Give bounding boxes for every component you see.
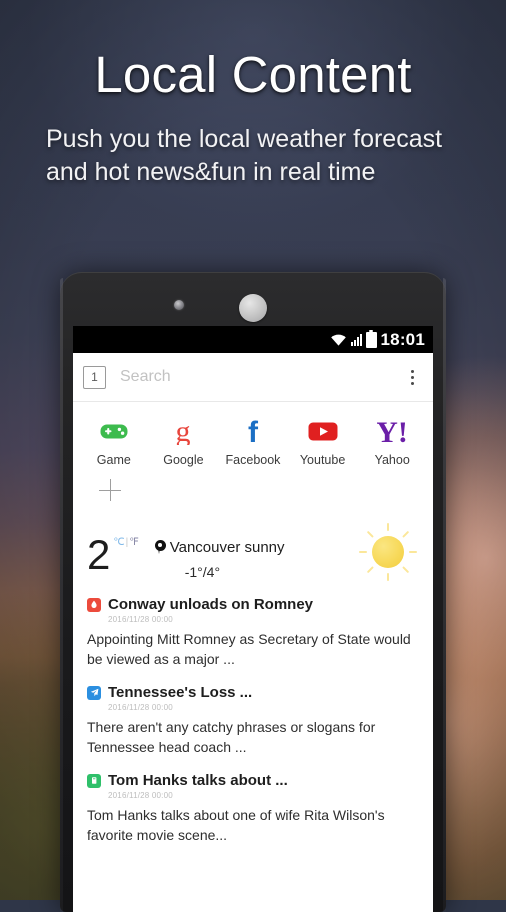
weather-temperature: 2: [87, 531, 111, 578]
news-item[interactable]: Conway unloads on Romney 2016/11/28 00:0…: [87, 596, 419, 669]
weather-card[interactable]: 2 ℃ | ℉ Vancouver sunny -1°/4°: [73, 501, 433, 583]
svg-text:f: f: [248, 417, 259, 445]
add-shortcut-row[interactable]: [73, 467, 433, 501]
news-source-green-icon: [87, 773, 101, 788]
weather-range: -1°/4°: [184, 564, 221, 580]
sun-core: [372, 536, 404, 568]
search-bar[interactable]: 1 Search: [73, 353, 433, 402]
news-title: Tom Hanks talks about ...: [108, 772, 288, 789]
google-g-icon: g: [172, 416, 194, 446]
shortcut-label: Youtube: [299, 453, 346, 467]
shortcut-label: Facebook: [225, 453, 281, 467]
yahoo-y-icon: Y!: [377, 416, 407, 446]
weather-location-row: Vancouver sunny: [154, 539, 285, 556]
svg-text:g: g: [176, 417, 191, 445]
weather-details: Vancouver sunny -1°/4°: [154, 535, 285, 580]
phone-right-edge: [443, 278, 446, 912]
shortcut-label: Game: [96, 453, 131, 467]
front-camera-icon: [174, 300, 184, 310]
news-header: Tom Hanks talks about ...: [87, 772, 419, 789]
promo-headline: Local Content Push you the local weather…: [0, 46, 506, 189]
news-title: Tennessee's Loss ...: [108, 684, 253, 701]
news-summary: Tom Hanks talks about one of wife Rita W…: [87, 807, 385, 843]
unit-divider: |: [125, 537, 129, 548]
status-bar: 18:01: [73, 326, 433, 353]
news-summary: There aren't any catchy phrases or sloga…: [87, 719, 376, 755]
shortcut-google[interactable]: g Google: [149, 416, 219, 467]
gamepad-icon: [100, 416, 128, 446]
earpiece-sensor-icon: [239, 294, 267, 322]
shortcut-youtube[interactable]: Youtube: [288, 416, 358, 467]
search-input[interactable]: Search: [120, 368, 401, 386]
signal-icon: [350, 333, 362, 346]
youtube-play-icon: [308, 416, 338, 446]
shortcut-facebook[interactable]: f Facebook: [218, 416, 288, 467]
news-source-blue-icon: [87, 685, 101, 700]
news-item[interactable]: Tom Hanks talks about ... 2016/11/28 00:…: [87, 772, 419, 845]
news-source-red-icon: [87, 597, 101, 612]
shortcut-yahoo[interactable]: Y! Yahoo: [357, 416, 427, 467]
plus-icon[interactable]: [99, 479, 121, 501]
promo-subtitle: Push you the local weather forecast and …: [46, 125, 443, 186]
news-header: Tennessee's Loss ...: [87, 684, 419, 701]
svg-text:Y!: Y!: [377, 417, 407, 445]
news-date: 2016/11/28 00:00: [108, 703, 173, 712]
shortcut-label: Google: [163, 453, 204, 467]
news-item[interactable]: Tennessee's Loss ... 2016/11/28 00:00 Th…: [87, 684, 419, 757]
news-header: Conway unloads on Romney: [87, 596, 419, 613]
promo-title: Local Content: [94, 46, 412, 103]
shortcut-game[interactable]: Game: [79, 416, 149, 467]
weather-location: Vancouver sunny: [169, 539, 285, 556]
facebook-f-icon: f: [243, 416, 263, 446]
battery-icon: [365, 329, 377, 348]
news-date: 2016/11/28 00:00: [108, 615, 173, 624]
shortcut-label: Yahoo: [374, 453, 410, 467]
temperature-unit-toggle[interactable]: ℃ | ℉: [113, 537, 138, 548]
phone-screen: 18:01 1 Search Game g Google f Facebook …: [73, 326, 433, 912]
location-pin-icon: [154, 540, 166, 555]
kebab-menu-icon[interactable]: [401, 369, 423, 385]
news-date: 2016/11/28 00:00: [108, 791, 173, 800]
news-list: Conway unloads on Romney 2016/11/28 00:0…: [73, 580, 433, 845]
shortcut-row: Game g Google f Facebook Youtube Y! Yaho…: [73, 402, 433, 467]
sun-icon: [357, 521, 419, 583]
phone-left-edge: [60, 278, 63, 912]
news-summary: Appointing Mitt Romney as Secretary of S…: [87, 631, 411, 667]
unit-celsius[interactable]: ℃: [113, 537, 124, 548]
unit-fahrenheit[interactable]: ℉: [129, 537, 139, 548]
wifi-icon: [330, 333, 347, 346]
tab-counter-button[interactable]: 1: [83, 365, 106, 389]
phone-mockup: 18:01 1 Search Game g Google f Facebook …: [60, 272, 446, 912]
status-bar-time: 18:01: [380, 330, 425, 349]
news-title: Conway unloads on Romney: [108, 596, 314, 613]
